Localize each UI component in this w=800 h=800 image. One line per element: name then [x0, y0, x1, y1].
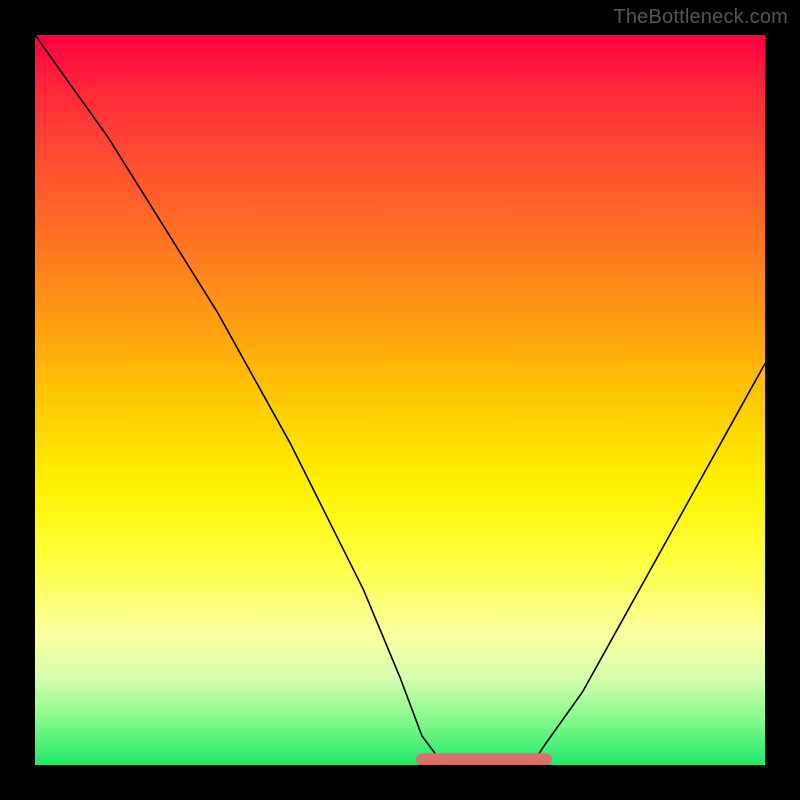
plot-area [35, 35, 765, 765]
credit-label: TheBottleneck.com [613, 6, 788, 29]
bottleneck-curve [35, 35, 765, 765]
chart-frame: TheBottleneck.com [0, 0, 800, 800]
chart-svg [35, 35, 765, 765]
